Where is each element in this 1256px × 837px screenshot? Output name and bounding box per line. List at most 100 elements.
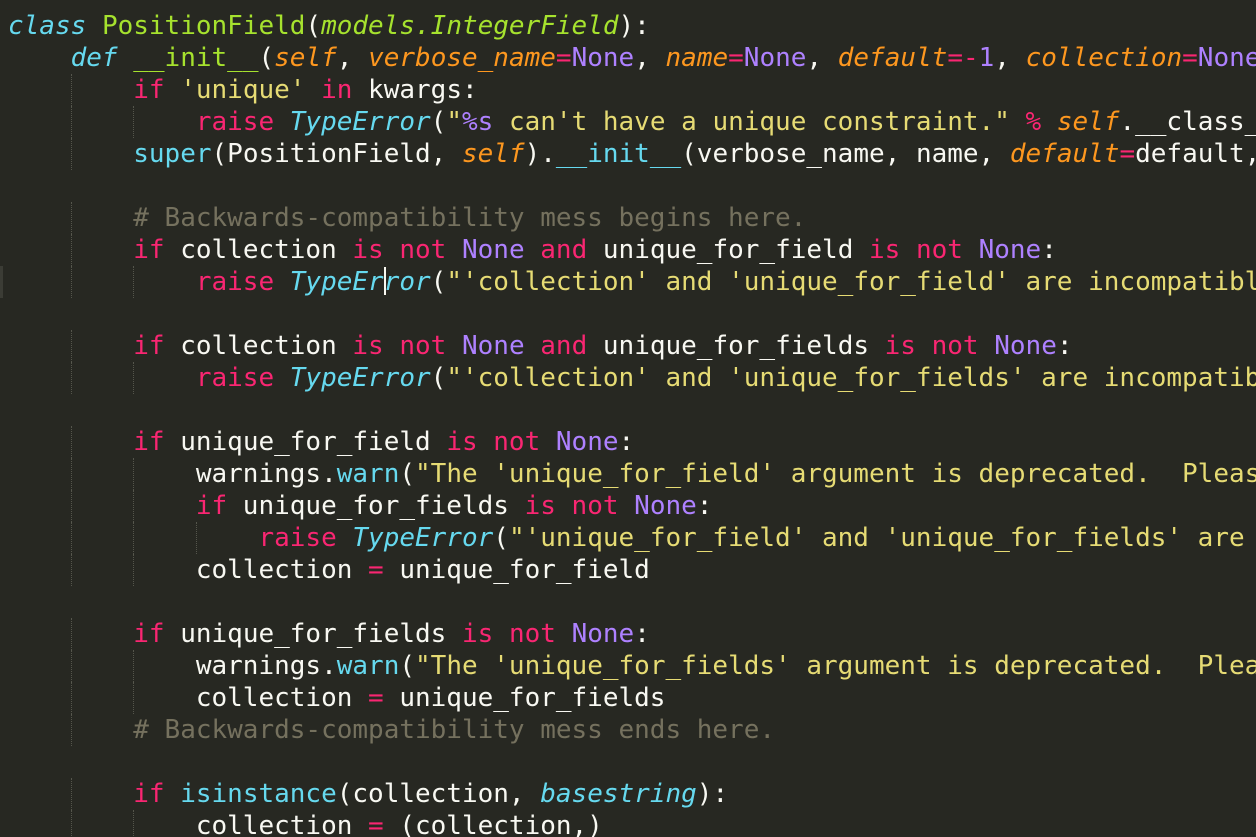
code-line[interactable]: raise TypeError("'collection' and 'uniqu… [8, 362, 1256, 394]
code-token: % [1025, 107, 1042, 137]
code-token: default [1009, 139, 1120, 169]
code-token: collection [195, 811, 369, 837]
code-token: ( [258, 43, 275, 73]
code-line[interactable]: if 'unique' in kwargs: [8, 74, 477, 106]
code-token: 1 [978, 43, 995, 73]
code-token: super [133, 139, 212, 169]
code-token: , [994, 43, 1026, 73]
code-token: self [274, 43, 337, 73]
code-token: self [1056, 107, 1120, 137]
code-line[interactable]: collection = unique_for_field [8, 554, 650, 586]
code-token: TypeEr [289, 267, 384, 297]
code-line[interactable]: collection = unique_for_fields [8, 682, 666, 714]
code-line[interactable]: if collection is not None and unique_for… [8, 234, 1057, 266]
code-token: ror [383, 267, 431, 297]
code-token: "'collection' and 'unique_for_field' are… [446, 267, 1256, 297]
code-token: unique_for_field [587, 235, 869, 265]
code-token: None [978, 235, 1042, 265]
code-token: not [399, 331, 447, 361]
code-token: if [133, 619, 165, 649]
code-token: unique_for_field [383, 555, 650, 585]
code-line[interactable]: warnings.warn("The 'unique_for_field' ar… [8, 458, 1256, 490]
code-line[interactable]: if unique_for_fields is not None: [8, 618, 650, 650]
code-token: unique_for_field [164, 427, 447, 457]
code-token: if [133, 331, 165, 361]
code-token: = [1119, 139, 1136, 169]
code-token: None [743, 43, 807, 73]
code-token: in [321, 75, 353, 105]
code-line[interactable]: def __init__(self, verbose_name=None, na… [8, 42, 1256, 74]
code-token: : [634, 619, 650, 649]
code-token: = [368, 683, 384, 713]
code-token: ). [524, 139, 556, 169]
code-token: collection [1025, 43, 1183, 73]
code-token: (collection,) [383, 811, 603, 837]
code-token: verbose_name [368, 43, 556, 73]
code-token: can't have a unique constraint." [493, 107, 1010, 137]
code-line[interactable]: # Backwards-compatibility mess ends here… [8, 714, 775, 746]
code-token: warnings. [195, 459, 337, 489]
code-token: .__class_ [1119, 107, 1256, 137]
code-line[interactable]: raise TypeError("%s can't have a unique … [8, 106, 1256, 138]
code-token: not [915, 235, 963, 265]
code-token: is [352, 235, 384, 265]
code-line[interactable]: # Backwards-compatibility mess begins he… [8, 202, 806, 234]
code-token: if [133, 75, 165, 105]
code-line[interactable]: if isinstance(collection, basestring): [8, 778, 728, 810]
code-token: def [70, 43, 118, 73]
code-token: collection [195, 683, 369, 713]
code-editor[interactable]: class PositionField(models.IntegerField)… [0, 0, 1256, 837]
code-token: = [368, 811, 384, 837]
code-token: TypeError [352, 523, 494, 553]
code-line[interactable]: if unique_for_fields is not None: [8, 490, 713, 522]
code-token: None [994, 331, 1057, 361]
code-token: not [493, 427, 541, 457]
code-line[interactable]: super(PositionField, self).__init__(verb… [8, 138, 1256, 170]
code-token: unique_for_fields [164, 619, 462, 649]
code-line[interactable]: raise TypeError("'collection' and 'uniqu… [8, 266, 1256, 298]
code-token: ( [430, 267, 447, 297]
code-line[interactable]: warnings.warn("The 'unique_for_fields' a… [8, 650, 1256, 682]
code-token: %s [461, 107, 494, 137]
code-token: isinstance [180, 779, 337, 809]
code-token: not [508, 619, 556, 649]
code-token: , [806, 43, 838, 73]
code-line[interactable]: class PositionField(models.IntegerField)… [8, 10, 650, 42]
code-token: unique_for_fields [383, 683, 666, 713]
code-token: raise [195, 363, 275, 393]
code-line[interactable]: collection = (collection,) [8, 810, 603, 837]
code-line[interactable]: raise TypeError("'unique_for_field' and … [8, 522, 1256, 554]
code-token: TypeError [289, 107, 431, 137]
code-token: unique_for_fields [587, 331, 885, 361]
code-token: = [555, 43, 572, 73]
code-token: ( [399, 459, 416, 489]
code-line[interactable]: if unique_for_field is not None: [8, 426, 634, 458]
code-token: raise [195, 267, 275, 297]
code-line[interactable]: if collection is not None and unique_for… [8, 330, 1072, 362]
code-token: (verbose_name, name, [681, 139, 1010, 169]
code-token: is [461, 619, 494, 649]
